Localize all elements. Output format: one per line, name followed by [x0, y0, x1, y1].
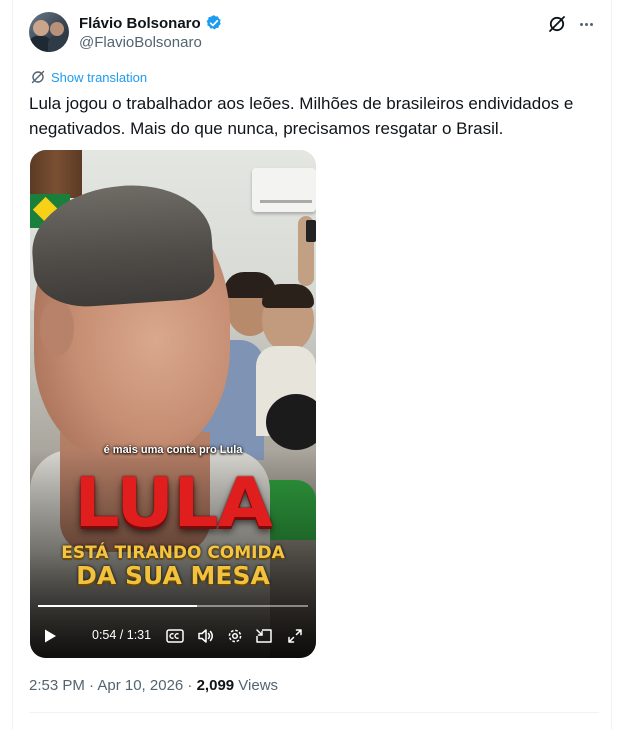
- grok-icon[interactable]: [547, 14, 567, 34]
- video-subline-2: DA SUA MESA: [76, 561, 270, 590]
- video-timecode: 0:54 / 1:31: [92, 628, 152, 642]
- fullscreen-icon[interactable]: [285, 626, 305, 646]
- video-headline: LULA: [74, 464, 273, 543]
- author-handle[interactable]: @FlavioBolsonaro: [79, 34, 202, 51]
- crowd-hair-image: [262, 284, 314, 308]
- translate-icon: [31, 70, 45, 84]
- author-name-row: Flávio Bolsonaro: [79, 13, 223, 33]
- video-subline-1: ESTÁ TIRANDO COMIDA: [61, 543, 285, 563]
- volume-icon[interactable]: [196, 626, 216, 646]
- verified-badge-icon: [205, 14, 223, 32]
- author-name[interactable]: Flávio Bolsonaro: [79, 15, 201, 32]
- avatar[interactable]: [29, 12, 69, 52]
- picture-in-picture-icon[interactable]: [254, 626, 274, 646]
- show-translation-link[interactable]: Show translation: [30, 69, 147, 85]
- video-player[interactable]: é mais uma conta pro Lula LULA ESTÁ TIRA…: [30, 150, 316, 658]
- phone-image: [306, 220, 316, 242]
- views-count: 2,099: [196, 677, 235, 694]
- video-subtitle: é mais uma conta pro Lula: [103, 444, 243, 456]
- more-options-icon[interactable]: [576, 14, 596, 34]
- video-progress-bar[interactable]: [38, 605, 308, 607]
- show-translation-label: Show translation: [51, 69, 148, 85]
- settings-gear-icon[interactable]: [225, 626, 245, 646]
- tweet-meta: 2:53 PM · Apr 10, 2026 · 2,099 Views: [29, 677, 278, 694]
- microphone-image: [266, 394, 316, 450]
- avatar-face-right: [50, 22, 64, 36]
- tweet-text: Lula jogou o trabalhador aos leões. Milh…: [29, 94, 574, 138]
- avatar-body-right: [48, 36, 69, 52]
- speaker-ear-image: [40, 300, 74, 356]
- closed-captions-icon[interactable]: [165, 626, 185, 646]
- tweet-timestamp[interactable]: 2:53 PM · Apr 10, 2026 ·: [29, 677, 197, 694]
- views-label: Views: [234, 677, 279, 694]
- divider: [29, 712, 599, 713]
- avatar-face-left: [33, 20, 49, 36]
- video-progress-fill: [38, 605, 198, 607]
- air-conditioner-image: [252, 168, 316, 212]
- play-icon[interactable]: [40, 626, 60, 646]
- video-controls: 0:54 / 1:31: [30, 620, 316, 652]
- video-wood-panel: [30, 150, 82, 198]
